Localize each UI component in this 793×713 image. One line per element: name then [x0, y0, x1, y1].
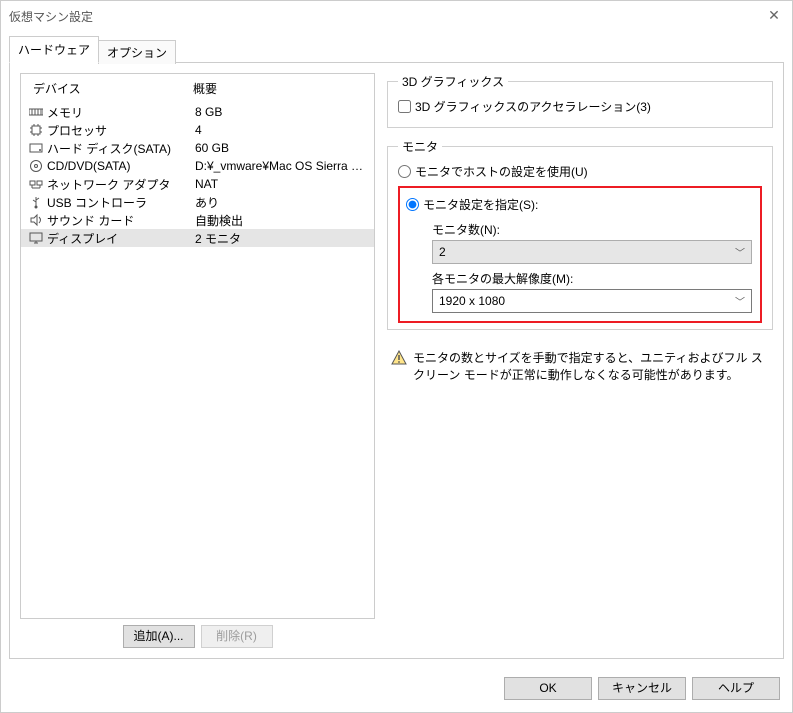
monitor-count-label: モニタ数(N):: [432, 221, 754, 238]
device-name: サウンド カード: [45, 212, 195, 229]
help-button[interactable]: ヘルプ: [692, 677, 780, 700]
device-list: メモリ 8 GB プロセッサ 4: [21, 103, 374, 618]
device-summary: NAT: [195, 177, 366, 191]
cd-icon: [27, 159, 45, 173]
monitor-maxres-dropdown[interactable]: 1920 x 1080 ﹀: [432, 289, 752, 313]
vm-settings-window: 仮想マシン設定 ✕ ハードウェア オプション デバイス 概要: [0, 0, 793, 713]
tab-options[interactable]: オプション: [98, 40, 176, 64]
checkbox-3d-row[interactable]: 3D グラフィックスのアクセラレーション(3): [398, 96, 762, 117]
group-3d-graphics: 3D グラフィックス 3D グラフィックスのアクセラレーション(3): [387, 73, 773, 128]
warning-icon: [391, 350, 407, 366]
sound-icon: [27, 213, 45, 227]
titlebar: 仮想マシン設定 ✕: [1, 1, 792, 31]
chevron-down-icon: ﹀: [735, 294, 745, 309]
radio-use-host-row[interactable]: モニタでホストの設定を使用(U): [398, 161, 762, 182]
cancel-button[interactable]: キャンセル: [598, 677, 686, 700]
red-outline: モニタ設定を指定(S): モニタ数(N): 2 ﹀ 各モニタの最大解像度(M):…: [398, 186, 762, 323]
device-summary: 2 モニタ: [195, 230, 366, 247]
warning-text: モニタの数とサイズを手動で指定すると、ユニティおよびフル スクリーン モードが正…: [413, 350, 769, 384]
radio-specify[interactable]: [406, 198, 419, 211]
device-name: ハード ディスク(SATA): [45, 140, 195, 157]
group-3d-legend: 3D グラフィックス: [398, 73, 508, 90]
radio-specify-label: モニタ設定を指定(S):: [423, 196, 538, 213]
add-button[interactable]: 追加(A)...: [123, 625, 195, 648]
memory-icon: [27, 105, 45, 119]
device-row-cd[interactable]: CD/DVD(SATA) D:¥_vmware¥Mac OS Sierra 10…: [21, 157, 374, 175]
device-summary: 4: [195, 123, 366, 137]
col-device-header: デバイス: [33, 80, 193, 97]
cpu-icon: [27, 123, 45, 137]
group-monitor-legend: モニタ: [398, 138, 442, 155]
device-buttons: 追加(A)... 削除(R): [20, 625, 375, 648]
group-monitor: モニタ モニタでホストの設定を使用(U) モニタ設定を指定(S): モニタ数(N…: [387, 138, 773, 330]
device-row-network[interactable]: ネットワーク アダプタ NAT: [21, 175, 374, 193]
device-name: ディスプレイ: [45, 230, 195, 247]
left-panel: デバイス 概要 メモリ 8 GB: [20, 73, 375, 648]
hdd-icon: [27, 141, 45, 155]
tab-hardware[interactable]: ハードウェア: [9, 36, 99, 63]
bottom-buttons: OK キャンセル ヘルプ: [1, 667, 792, 712]
monitor-maxres-label: 各モニタの最大解像度(M):: [432, 270, 754, 287]
tabs: ハードウェア オプション: [9, 35, 784, 62]
chevron-down-icon: ﹀: [735, 245, 745, 260]
device-summary: 自動検出: [195, 212, 366, 229]
checkbox-3d-label: 3D グラフィックスのアクセラレーション(3): [415, 98, 651, 115]
radio-use-host-label: モニタでホストの設定を使用(U): [415, 163, 588, 180]
device-row-cpu[interactable]: プロセッサ 4: [21, 121, 374, 139]
device-list-box: デバイス 概要 メモリ 8 GB: [20, 73, 375, 619]
network-icon: [27, 177, 45, 191]
close-icon[interactable]: ✕: [766, 7, 782, 23]
device-row-display[interactable]: ディスプレイ 2 モニタ: [21, 229, 374, 247]
monitor-count-dropdown[interactable]: 2 ﹀: [432, 240, 752, 264]
remove-button: 削除(R): [201, 625, 273, 648]
display-icon: [27, 231, 45, 245]
body-area: ハードウェア オプション デバイス 概要 メモリ: [1, 31, 792, 667]
device-name: メモリ: [45, 104, 195, 121]
radio-use-host[interactable]: [398, 165, 411, 178]
ok-button[interactable]: OK: [504, 677, 592, 700]
right-panel: 3D グラフィックス 3D グラフィックスのアクセラレーション(3) モニタ モ…: [387, 73, 773, 648]
device-summary: あり: [195, 194, 366, 211]
monitor-maxres-value: 1920 x 1080: [439, 294, 505, 308]
device-row-hdd[interactable]: ハード ディスク(SATA) 60 GB: [21, 139, 374, 157]
device-header: デバイス 概要: [21, 74, 374, 103]
window-title: 仮想マシン設定: [9, 8, 93, 25]
device-row-usb[interactable]: USB コントローラ あり: [21, 193, 374, 211]
tab-content: デバイス 概要 メモリ 8 GB: [9, 62, 784, 659]
device-name: CD/DVD(SATA): [45, 159, 195, 173]
device-name: プロセッサ: [45, 122, 195, 139]
device-summary: 8 GB: [195, 105, 366, 119]
device-name: ネットワーク アダプタ: [45, 176, 195, 193]
radio-specify-row[interactable]: モニタ設定を指定(S):: [406, 194, 754, 215]
checkbox-3d[interactable]: [398, 100, 411, 113]
usb-icon: [27, 195, 45, 209]
device-name: USB コントローラ: [45, 194, 195, 211]
device-summary: D:¥_vmware¥Mac OS Sierra 10...: [195, 159, 366, 173]
monitor-count-value: 2: [439, 245, 446, 259]
device-row-memory[interactable]: メモリ 8 GB: [21, 103, 374, 121]
device-row-sound[interactable]: サウンド カード 自動検出: [21, 211, 374, 229]
device-summary: 60 GB: [195, 141, 366, 155]
col-summary-header: 概要: [193, 80, 366, 97]
warning-row: モニタの数とサイズを手動で指定すると、ユニティおよびフル スクリーン モードが正…: [387, 350, 773, 384]
